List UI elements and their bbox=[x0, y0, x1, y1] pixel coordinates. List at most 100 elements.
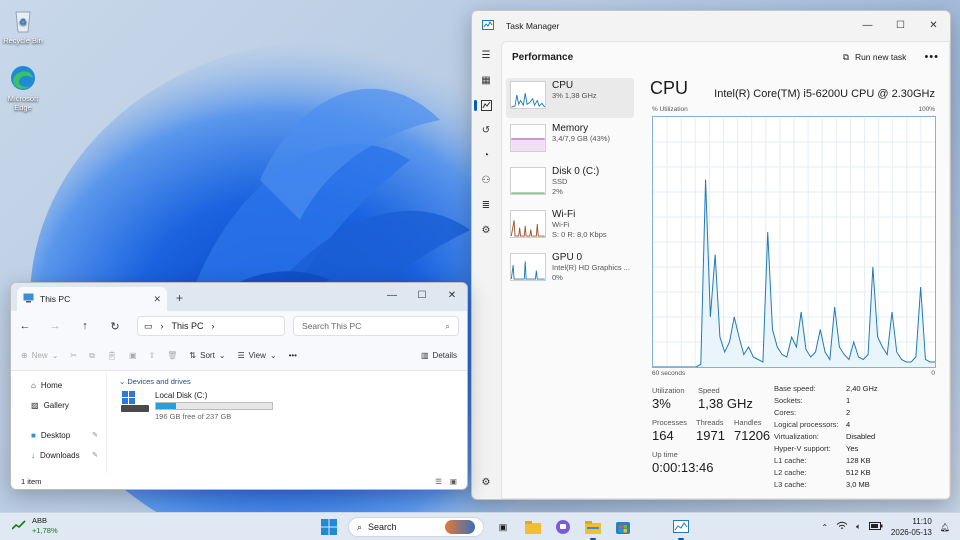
up-arrow-icon[interactable]: ↑ bbox=[77, 320, 93, 332]
new-label: New bbox=[31, 351, 48, 360]
nav-label: Desktop bbox=[40, 430, 71, 440]
clock[interactable]: 11:10 2026-05-13 bbox=[891, 516, 932, 538]
startup-apps-icon[interactable]: ◔ bbox=[472, 143, 500, 168]
paste-icon[interactable]: 📋︎ bbox=[107, 351, 117, 360]
wifi-icon[interactable] bbox=[836, 521, 848, 533]
view-button[interactable]: ☰ View ⌄ bbox=[238, 351, 277, 360]
rename-icon[interactable]: ▣ bbox=[129, 351, 137, 360]
cut-icon[interactable]: ✂ bbox=[70, 351, 77, 360]
search-input[interactable]: Search This PC ⌕ bbox=[293, 316, 459, 336]
details-icon[interactable]: ≣ bbox=[472, 193, 500, 218]
forward-arrow-icon[interactable]: → bbox=[47, 320, 63, 332]
chevron-right-icon[interactable]: › bbox=[212, 321, 215, 331]
stat-value: 1,38 GHz bbox=[698, 396, 753, 411]
delete-icon[interactable]: 🗑︎ bbox=[167, 351, 177, 360]
tab-title: This PC bbox=[40, 294, 71, 304]
new-tab-button[interactable]: + bbox=[176, 291, 183, 305]
settings-icon[interactable]: ⚙ bbox=[472, 470, 500, 495]
desktop-icon-recycle-bin[interactable]: ♻ Recycle Bin bbox=[0, 6, 46, 45]
stat-speed: Speed 1,38 GHz bbox=[698, 386, 753, 411]
group-header[interactable]: ⌄ Devices and drives bbox=[119, 377, 467, 386]
resource-detail-2: S: 0 R: 8,0 Kbps bbox=[552, 230, 607, 239]
system-tray: ⌃ 🔈︎ 11:10 2026-05-13 🔔︎ bbox=[821, 516, 950, 538]
hamburger-menu-icon[interactable]: ☰ bbox=[472, 43, 500, 68]
nav-rail: ☰ ▦ ↺ ◔ ⚇ ≣ ⚙ ⚙ bbox=[472, 41, 500, 499]
copy-icon[interactable]: ⧉ bbox=[89, 351, 95, 361]
resource-item-wifi[interactable]: Wi-Fi Wi-Fi S: 0 R: 8,0 Kbps bbox=[506, 207, 634, 247]
users-icon[interactable]: ⚇ bbox=[472, 168, 500, 193]
close-button[interactable]: ✕ bbox=[437, 283, 467, 307]
processes-icon[interactable]: ▦ bbox=[472, 68, 500, 93]
services-icon[interactable]: ⚙ bbox=[472, 218, 500, 243]
chevron-down-icon: ⌄ bbox=[218, 351, 226, 360]
app-history-icon[interactable]: ↺ bbox=[472, 118, 500, 143]
navigation-pane: ⌂ Home ▨ Gallery ■ Desktop ✎ ↓ Downloads ✎ bbox=[11, 373, 107, 473]
notification-bell-icon[interactable]: 🔔︎ bbox=[940, 523, 950, 532]
graph-time-span: 60 seconds bbox=[652, 370, 686, 377]
resource-item-gpu[interactable]: GPU 0 Intel(R) HD Graphics ... 0% bbox=[506, 250, 634, 290]
spec-value: Disabled bbox=[846, 432, 876, 441]
maximize-button[interactable]: ☐ bbox=[884, 11, 917, 39]
maximize-button[interactable]: ☐ bbox=[407, 283, 437, 307]
performance-icon[interactable] bbox=[472, 93, 500, 118]
breadcrumb[interactable]: This PC bbox=[172, 321, 204, 331]
spec-value: 1 bbox=[846, 396, 851, 405]
task-manager-app-icon bbox=[482, 19, 494, 33]
new-button[interactable]: ⊕ New ⌄ bbox=[21, 351, 58, 360]
see-more-button[interactable]: ••• bbox=[289, 351, 297, 360]
resource-item-memory[interactable]: Memory 3,4/7,9 GB (43%) bbox=[506, 121, 634, 161]
tiles-view-icon[interactable]: ▣ bbox=[450, 477, 457, 486]
task-manager-taskbar-icon[interactable] bbox=[670, 516, 692, 540]
drive-free-space: 196 GB free of 237 GB bbox=[155, 412, 232, 421]
drive-usage-bar bbox=[155, 402, 273, 410]
spec-key: Logical processors: bbox=[774, 420, 839, 429]
stat-utilization: Utilization 3% bbox=[652, 386, 685, 411]
resource-list: CPU 3% 1,38 GHz Memory 3,4/7,9 GB (43%) … bbox=[506, 78, 634, 293]
file-explorer-taskbar-icon[interactable] bbox=[522, 516, 544, 538]
details-button[interactable]: ▥ Details bbox=[421, 351, 457, 360]
drive-item-c[interactable]: Local Disk (C:) 196 GB free of 237 GB bbox=[121, 391, 273, 421]
group-label: Devices and drives bbox=[127, 377, 191, 386]
minimize-button[interactable]: — bbox=[377, 283, 407, 307]
spec-key: Base speed: bbox=[774, 384, 816, 393]
spec-row: L2 cache: 512 KB bbox=[774, 468, 934, 480]
more-options-button[interactable]: ••• bbox=[924, 51, 939, 63]
address-bar[interactable]: ▭ › This PC › bbox=[137, 316, 285, 336]
stock-widget[interactable]: ABB +1,78% bbox=[11, 516, 58, 536]
stat-label: Threads bbox=[696, 418, 724, 427]
resource-item-cpu[interactable]: CPU 3% 1,38 GHz bbox=[506, 78, 634, 118]
nav-item-downloads[interactable]: ↓ Downloads ✎ bbox=[11, 445, 106, 465]
close-button[interactable]: ✕ bbox=[917, 11, 950, 39]
back-arrow-icon[interactable]: ← bbox=[17, 320, 33, 332]
content-pane: ⌄ Devices and drives Local Disk (C:) 196… bbox=[115, 373, 467, 473]
chevron-up-icon[interactable]: ⌃ bbox=[821, 523, 828, 532]
volume-icon[interactable]: 🔈︎ bbox=[856, 522, 861, 532]
sort-label: Sort bbox=[200, 351, 215, 360]
spec-value: Yes bbox=[846, 444, 859, 453]
close-tab-icon[interactable]: ✕ bbox=[153, 294, 161, 305]
minimize-button[interactable]: — bbox=[851, 11, 884, 39]
nav-item-gallery[interactable]: ▨ Gallery bbox=[11, 395, 106, 415]
details-view-icon[interactable]: ☰ bbox=[435, 477, 442, 486]
share-icon[interactable]: ⇪ bbox=[149, 351, 156, 360]
start-button[interactable] bbox=[318, 516, 340, 538]
tab-this-pc[interactable]: This PC ✕ bbox=[17, 287, 167, 311]
this-pc-icon bbox=[23, 293, 34, 305]
taskbar-search[interactable]: ⌕ Search bbox=[348, 517, 484, 537]
sort-button[interactable]: ⇅ Sort ⌄ bbox=[189, 351, 225, 360]
battery-icon[interactable] bbox=[868, 522, 883, 532]
resource-detail-2: 2% bbox=[552, 187, 563, 196]
edge-icon bbox=[9, 64, 37, 92]
desktop-icon-edge[interactable]: Microsoft Edge bbox=[0, 64, 46, 112]
teams-chat-icon[interactable] bbox=[552, 516, 574, 538]
resource-item-disk[interactable]: Disk 0 (C:) SSD 2% bbox=[506, 164, 634, 204]
run-new-task-button[interactable]: ⧉ Run new task bbox=[843, 52, 907, 63]
resource-name: GPU 0 bbox=[552, 252, 583, 263]
nav-item-home[interactable]: ⌂ Home bbox=[11, 375, 106, 395]
task-view-icon[interactable]: ▣ bbox=[492, 516, 514, 538]
spec-value: 3,0 MB bbox=[846, 480, 870, 489]
store-icon[interactable] bbox=[612, 516, 634, 538]
nav-item-desktop[interactable]: ■ Desktop ✎ bbox=[11, 425, 106, 445]
refresh-icon[interactable]: ↻ bbox=[107, 320, 123, 333]
file-explorer-running-icon[interactable] bbox=[582, 516, 604, 540]
